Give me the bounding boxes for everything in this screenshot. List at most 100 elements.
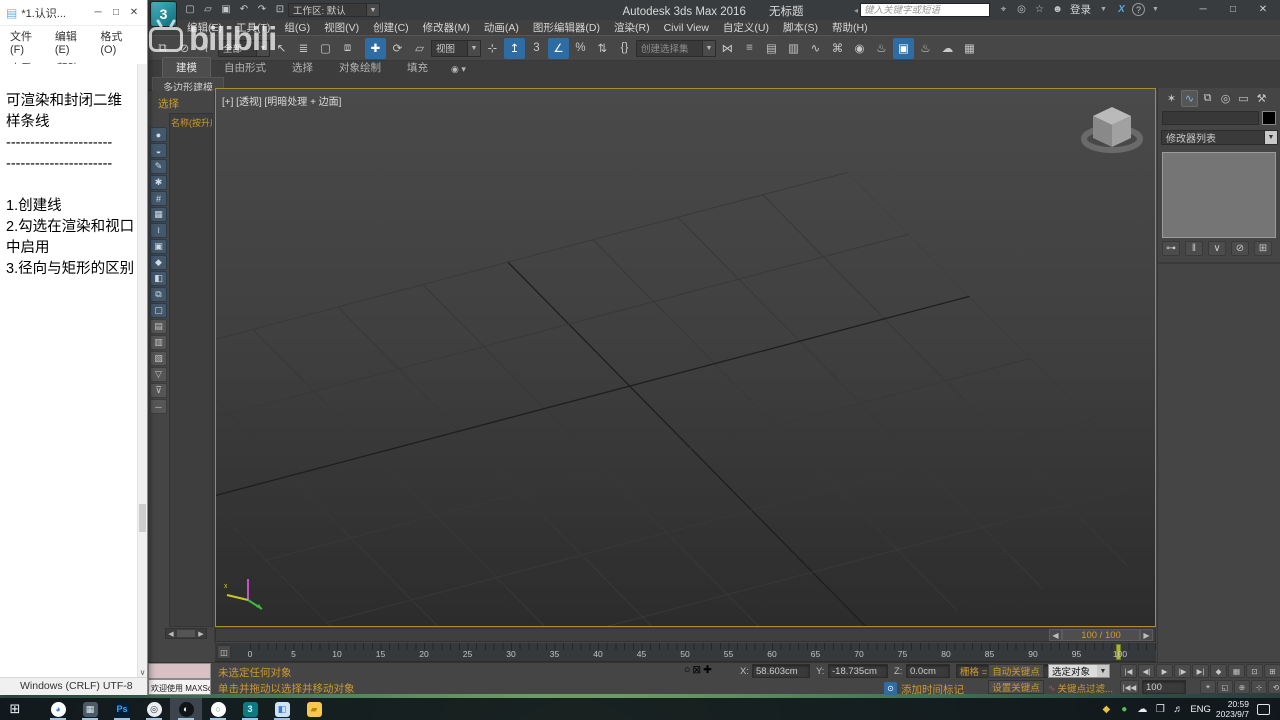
isolate-toggle-icon[interactable]: ○ xyxy=(684,664,690,676)
taskbar-clock[interactable]: 20:59 2023/9/7 xyxy=(1216,699,1249,719)
sign-in-button[interactable]: 登录 xyxy=(1070,2,1091,17)
mute-icon[interactable]: ▦ xyxy=(1228,664,1245,678)
x-coordinate-field[interactable]: 58.603cm xyxy=(752,664,810,678)
orbit-icon[interactable]: ⟲ xyxy=(1268,680,1280,694)
ls-filter-icon[interactable]: ▽ xyxy=(150,367,167,382)
key-filters-button[interactable]: ∿ 关键点过滤... xyxy=(1048,681,1113,696)
search-collapse-arrow-icon[interactable]: ◂ xyxy=(854,6,858,15)
tray-cloud-icon[interactable]: ☁ xyxy=(1135,701,1149,717)
menu-item[interactable]: 编辑(E) xyxy=(180,20,229,35)
select-and-move-icon[interactable]: ✚ xyxy=(365,37,386,59)
notepad-menu-item[interactable]: 编辑(E) xyxy=(51,27,94,57)
language-indicator[interactable]: ENG xyxy=(1190,704,1211,715)
ls-snap-icon[interactable]: # xyxy=(150,191,167,206)
ls-minus-icon[interactable]: ─ xyxy=(150,399,167,414)
remove-modifier-icon[interactable]: ⊘ xyxy=(1231,241,1249,256)
scroll-thumb[interactable] xyxy=(177,630,195,637)
selected-mode-dropdown[interactable]: 选定对象 ▼ xyxy=(1048,664,1110,678)
taskbar-app-obs[interactable]: ◐ xyxy=(170,698,202,720)
current-frame-field[interactable]: 100 xyxy=(1142,680,1186,694)
schematic-view-icon[interactable]: ⌘ xyxy=(827,38,848,59)
chevron-down-icon[interactable]: ▼ xyxy=(1096,2,1111,17)
ls-grid-icon[interactable]: ▦ xyxy=(150,207,167,222)
help-icon[interactable]: ? xyxy=(1132,3,1145,16)
time-slider-handle[interactable]: ◀ 100 / 100 ▶ xyxy=(1049,629,1153,641)
scrollbar-thumb[interactable] xyxy=(139,504,146,532)
taskbar-app-viewer[interactable]: ◧ xyxy=(266,698,298,720)
ribbon-camera-icon[interactable]: ◉ ▾ xyxy=(451,64,466,77)
notepad-minimize-button[interactable]: ─ xyxy=(89,4,107,22)
motion-tab-icon[interactable]: ◎ xyxy=(1217,90,1234,107)
zoom-all-icon[interactable]: ◱ xyxy=(1217,680,1233,694)
selection-lock-icon[interactable]: ⊠ xyxy=(692,664,701,676)
utilities-tab-icon[interactable]: ⚒ xyxy=(1253,90,1270,107)
named-selection-sets-icon[interactable]: {} xyxy=(614,38,635,59)
rectangular-selection-region-icon[interactable]: ▢ xyxy=(315,38,336,59)
menu-item[interactable]: 自定义(U) xyxy=(716,20,776,35)
select-section-label[interactable]: 选择 xyxy=(158,96,179,111)
select-and-rotate-icon[interactable]: ⟳ xyxy=(387,38,408,59)
taskbar-app-3dsmax[interactable]: 3 xyxy=(234,698,266,720)
next-frame-icon[interactable]: |▶ xyxy=(1174,664,1191,678)
open-file-icon[interactable]: ▱ xyxy=(200,2,216,17)
max-maximize-button[interactable]: □ xyxy=(1218,0,1248,18)
render-setup-icon[interactable]: ♨ xyxy=(871,38,892,59)
maxscript-mini-listener[interactable] xyxy=(148,663,211,679)
select-and-manipulate-icon[interactable]: ↥ xyxy=(504,37,525,59)
snaps-toggle-icon[interactable]: 3 xyxy=(526,38,547,59)
ribbon-tab[interactable]: 选择 xyxy=(279,58,326,77)
max-close-button[interactable]: ✕ xyxy=(1248,0,1278,18)
menu-item[interactable]: 视图(V) xyxy=(317,20,366,35)
notepad-vertical-scrollbar[interactable]: ∨ xyxy=(137,64,147,677)
taskbar-app-quark[interactable]: ◕ xyxy=(42,698,74,720)
tray-security-icon[interactable]: ◆ xyxy=(1099,701,1113,717)
menu-item[interactable]: 动画(A) xyxy=(477,20,526,35)
select-object-icon[interactable]: ↖ xyxy=(271,38,292,59)
use-pivot-center-icon[interactable]: ⊹ xyxy=(482,38,503,59)
scroll-right-icon[interactable]: ▶ xyxy=(196,630,206,638)
configure-modifier-sets-icon[interactable]: ⊞ xyxy=(1254,241,1272,256)
percent-snap-icon[interactable]: % xyxy=(570,38,591,59)
notepad-menu-item[interactable]: 格式(O) xyxy=(96,27,141,57)
ls-sphere-icon[interactable]: ● xyxy=(150,127,167,142)
track-bar[interactable]: ◫ 0 5 10 15 20 25 30 35 40 45 50 55 60 65 70 75 80 85 90 95… xyxy=(215,643,1156,662)
ribbon-strip-scrollbar[interactable]: ◀ ▶ xyxy=(165,628,207,639)
taskbar-app-photos[interactable]: ▦ xyxy=(74,698,106,720)
show-end-result-icon[interactable]: ‖ xyxy=(1185,241,1203,256)
make-unique-icon[interactable]: ∨ xyxy=(1208,241,1226,256)
align-icon[interactable]: ≡ xyxy=(739,38,760,59)
spinner-snap-icon[interactable]: ⇅ xyxy=(592,38,613,59)
menu-item[interactable]: 创建(C) xyxy=(366,20,416,35)
scroll-down-icon[interactable]: ∨ xyxy=(138,668,147,677)
rendered-frame-icon[interactable]: ▣ xyxy=(893,37,914,59)
named-selection-sets-dropdown[interactable]: 创建选择集 ▼ xyxy=(636,39,716,57)
ls-magnet-icon[interactable]: ≀ xyxy=(150,223,167,238)
z-coordinate-field[interactable]: 0.0cm xyxy=(906,664,950,678)
time-config-icon[interactable]: ⊞ xyxy=(1264,664,1280,678)
select-and-scale-icon[interactable]: ▱ xyxy=(409,38,430,59)
auto-key-button[interactable]: 自动关键点 xyxy=(988,664,1044,678)
key-mode-toggle-icon[interactable]: ◆ xyxy=(1210,664,1227,678)
ribbon-tab[interactable]: 建模 xyxy=(162,57,211,77)
render-cloud-icon[interactable]: ☁ xyxy=(937,38,958,59)
ls-doc3-icon[interactable]: ▧ xyxy=(150,351,167,366)
previous-frame-icon[interactable]: ◀| xyxy=(1138,664,1155,678)
ribbon-tab[interactable]: 对象绘制 xyxy=(326,58,394,77)
tray-messenger-icon[interactable]: ● xyxy=(1117,701,1131,717)
perspective-viewport[interactable]: [+] [透视] [明暗处理 + 边面] x xyxy=(215,88,1156,627)
workspace-dropdown[interactable]: 工作区: 默认 ▼ xyxy=(288,3,380,17)
menu-item[interactable]: 帮助(H) xyxy=(825,20,875,35)
track-bar-clock-icon[interactable]: ◫ xyxy=(217,645,231,659)
search-binoculars-icon[interactable]: ⌖ xyxy=(996,2,1011,17)
menu-item[interactable]: 组(G) xyxy=(277,20,317,35)
transform-gizmo-icon[interactable]: ✚ xyxy=(703,664,712,676)
curve-editor-icon[interactable]: ∿ xyxy=(805,38,826,59)
y-coordinate-field[interactable]: -18.735cm xyxy=(828,664,888,678)
ls-pen-icon[interactable]: ✎ xyxy=(150,159,167,174)
object-color-swatch[interactable] xyxy=(1262,111,1276,125)
communication-center-icon[interactable]: ◎ xyxy=(1014,2,1029,17)
max-application-menu-button[interactable]: 3 xyxy=(150,1,177,27)
save-file-icon[interactable]: ▣ xyxy=(218,2,234,17)
pan-icon[interactable]: ⊹ xyxy=(1251,680,1267,694)
go-to-end-icon[interactable]: ▶| xyxy=(1192,664,1209,678)
